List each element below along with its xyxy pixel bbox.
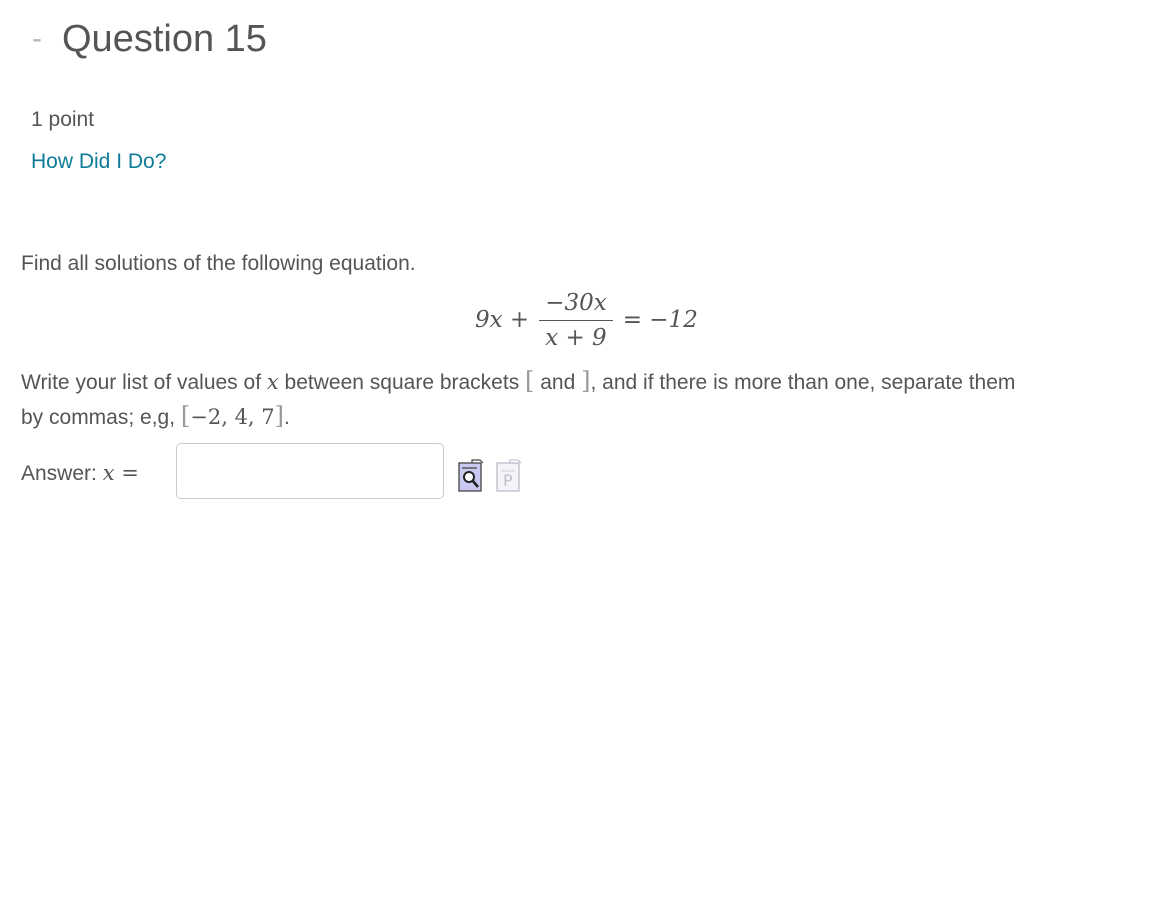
example-close-bracket: ]: [274, 402, 285, 430]
preview-equation-icon[interactable]: [458, 459, 484, 493]
open-bracket-symbol: [: [525, 367, 535, 395]
answer-label: Answer: x =: [21, 461, 139, 486]
problem-prompt: Find all solutions of the following equa…: [21, 252, 416, 275]
equation-denominator: x + 9: [545, 324, 607, 351]
collapse-toggle[interactable]: -: [32, 22, 42, 56]
instructions-line-1: Write your list of values of x between s…: [21, 367, 1015, 395]
instructions-variable: x: [266, 370, 279, 394]
question-points: 1 point: [31, 108, 95, 131]
question-title: Question 15: [62, 18, 267, 60]
answer-label-text: Answer:: [21, 462, 103, 485]
instructions-text: Write your list of values of: [21, 371, 267, 394]
answer-input[interactable]: [176, 443, 444, 499]
answer-equals: =: [114, 461, 139, 485]
equation-lhs-term: 9x +: [475, 307, 530, 333]
equation: 9x + −30x x + 9 = −12: [475, 288, 698, 352]
answer-variable: x: [102, 461, 115, 485]
instructions-text: .: [284, 406, 290, 429]
equation-fraction: −30x x + 9: [539, 290, 613, 351]
how-did-i-do-link[interactable]: How Did I Do?: [31, 150, 166, 174]
paste-icon[interactable]: P: [496, 459, 522, 493]
example-open-bracket: [: [180, 402, 191, 430]
close-bracket-symbol: ]: [581, 367, 591, 395]
svg-text:P: P: [503, 471, 513, 490]
equation-rhs: = −12: [622, 307, 698, 333]
instructions-text: between square brackets: [278, 371, 526, 394]
instructions-line-2: by commas; e,g, [−2, 4, 7].: [21, 402, 290, 430]
instructions-text: and: [534, 371, 582, 394]
example-list: −2, 4, 7: [190, 405, 275, 429]
equation-numerator: −30x: [539, 290, 613, 321]
instructions-text: by commas; e,g,: [21, 406, 181, 429]
instructions-text: , and if there is more than one, separat…: [590, 371, 1016, 394]
